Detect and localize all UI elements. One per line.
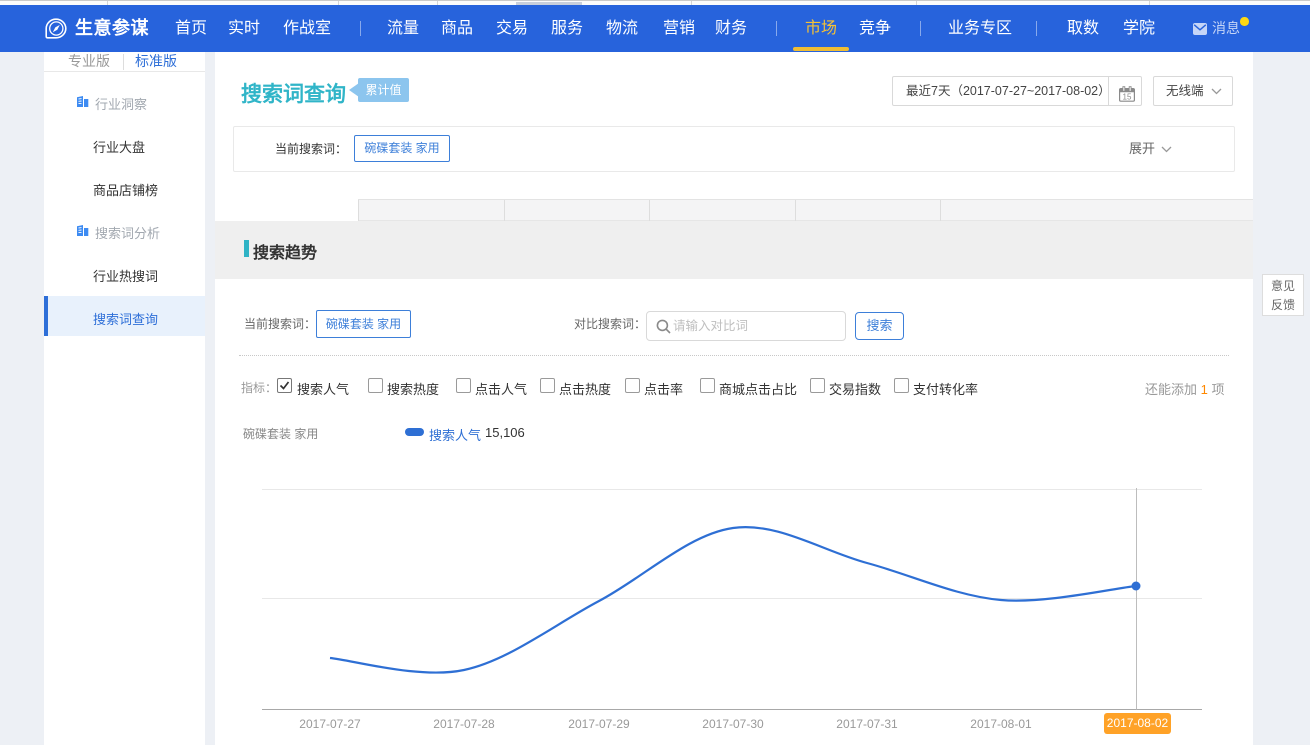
svg-text:15: 15 <box>1123 92 1132 101</box>
